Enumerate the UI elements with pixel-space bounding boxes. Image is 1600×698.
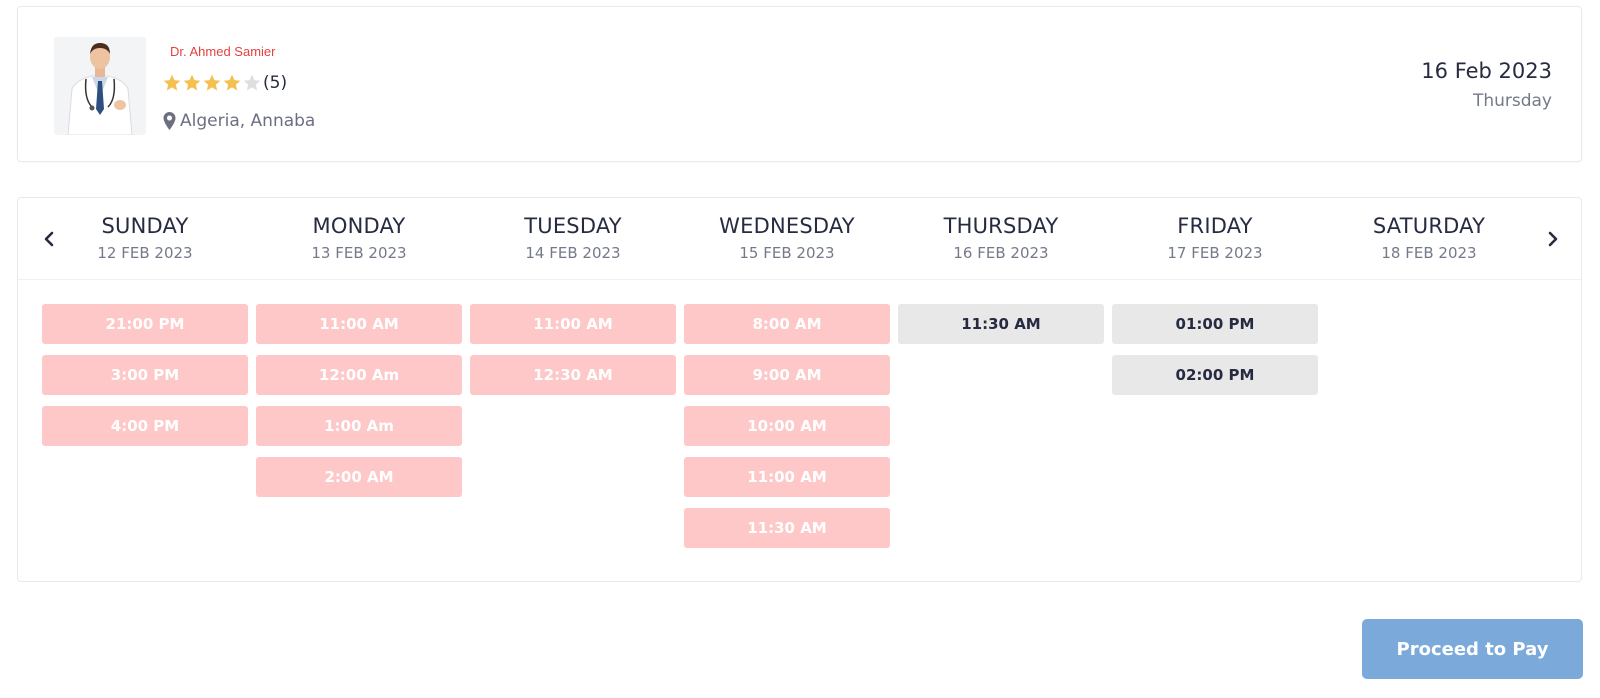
time-slot[interactable]: 8:00 AM [684, 304, 890, 344]
next-week-button[interactable] [1543, 228, 1563, 250]
time-slot[interactable]: 10:00 AM [684, 406, 890, 446]
star-filled-icon [163, 74, 181, 91]
time-slot[interactable]: 12:30 AM [470, 355, 676, 395]
day-date: 14 FEB 2023 [525, 244, 621, 262]
day-name: WEDNESDAY [719, 214, 855, 238]
star-filled-icon [183, 74, 201, 91]
doctor-card: Dr. Ahmed Samier (5) Algeria, Annaba 16 … [17, 6, 1582, 162]
day-name: FRIDAY [1177, 214, 1253, 238]
selected-weekday: Thursday [1472, 91, 1552, 111]
time-slot[interactable]: 1:00 Am [256, 406, 462, 446]
day-header-sunday: SUNDAY 12 FEB 2023 [40, 214, 250, 262]
day-name: SATURDAY [1372, 214, 1486, 238]
time-slot[interactable]: 01:00 PM [1112, 304, 1318, 344]
day-header-friday: FRIDAY 17 FEB 2023 [1110, 214, 1320, 262]
rating-count: (5) [263, 73, 288, 93]
proceed-to-pay-button[interactable]: Proceed to Pay [1362, 619, 1583, 679]
day-name: SUNDAY [101, 214, 189, 238]
schedule-header: SUNDAY 12 FEB 2023 MONDAY 13 FEB 2023 TUESDA… [18, 198, 1581, 280]
doctor-location: Algeria, Annaba [163, 111, 315, 131]
time-slot[interactable]: 9:00 AM [684, 355, 890, 395]
map-marker-icon [163, 112, 176, 130]
day-date: 17 FEB 2023 [1167, 244, 1263, 262]
day-name: MONDAY [312, 214, 406, 238]
day-header-wednesday: WEDNESDAY 15 FEB 2023 [682, 214, 892, 262]
time-slot[interactable]: 11:00 AM [256, 304, 462, 344]
time-slot[interactable]: 21:00 PM [42, 304, 248, 344]
schedule-card: SUNDAY 12 FEB 2023 MONDAY 13 FEB 2023 TUESDA… [17, 197, 1582, 582]
time-slot[interactable]: 11:00 AM [684, 457, 890, 497]
day-date: 13 FEB 2023 [311, 244, 407, 262]
selected-date: 16 Feb 2023 [1421, 59, 1552, 83]
day-name: TUESDAY [524, 214, 622, 238]
time-slot[interactable]: 11:00 AM [470, 304, 676, 344]
rating-stars [162, 73, 262, 93]
time-slot[interactable]: 11:30 AM [898, 304, 1104, 344]
doctor-photo [54, 37, 146, 135]
time-slot[interactable]: 11:30 AM [684, 508, 890, 548]
time-slot[interactable]: 12:00 Am [256, 355, 462, 395]
day-header-saturday: SATURDAY 18 FEB 2023 [1324, 214, 1534, 262]
day-date: 12 FEB 2023 [97, 244, 193, 262]
day-date: 16 FEB 2023 [953, 244, 1049, 262]
star-empty-icon [243, 74, 261, 91]
doctor-name[interactable]: Dr. Ahmed Samier [170, 44, 276, 59]
day-header-thursday: THURSDAY 16 FEB 2023 [896, 214, 1106, 262]
day-header-monday: MONDAY 13 FEB 2023 [254, 214, 464, 262]
day-date: 15 FEB 2023 [739, 244, 835, 262]
star-filled-icon [223, 74, 241, 91]
day-header-tuesday: TUESDAY 14 FEB 2023 [468, 214, 678, 262]
location-text: Algeria, Annaba [180, 111, 316, 131]
day-name: THURSDAY [943, 214, 1059, 238]
doctor-rating: (5) [162, 73, 287, 93]
time-slot[interactable]: 3:00 PM [42, 355, 248, 395]
day-date: 18 FEB 2023 [1381, 244, 1477, 262]
time-slot[interactable]: 02:00 PM [1112, 355, 1318, 395]
time-slot[interactable]: 4:00 PM [42, 406, 248, 446]
chevron-right-icon [1548, 231, 1558, 247]
star-filled-icon [203, 74, 221, 91]
doctor-avatar [54, 37, 146, 135]
time-slot[interactable]: 2:00 AM [256, 457, 462, 497]
